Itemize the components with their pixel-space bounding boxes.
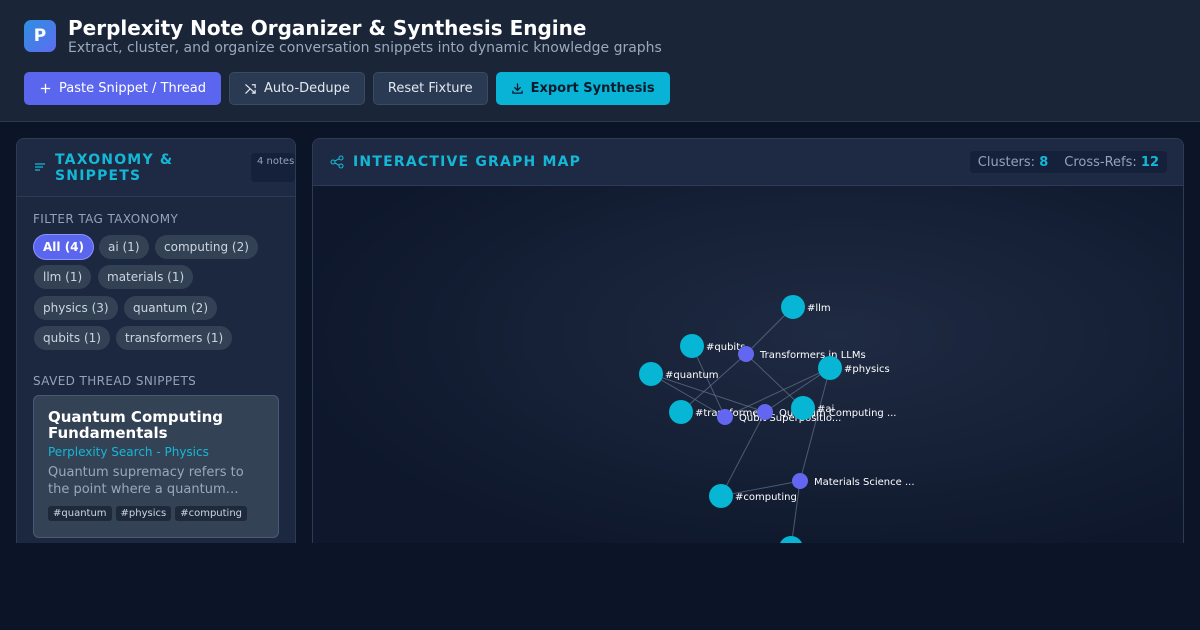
snippet-tag: #computing xyxy=(175,506,248,521)
filter-tag-label: FILTER TAG TAXONOMY xyxy=(33,212,179,226)
note-count-badge: 4 notes xyxy=(251,153,295,182)
graph-edge xyxy=(720,411,766,497)
crossrefs-value: 12 xyxy=(1140,154,1159,170)
shuffle-icon xyxy=(245,84,256,94)
graph-node-ai[interactable] xyxy=(791,396,815,420)
graph-node-label: #computing xyxy=(735,492,797,503)
export-synthesis-label: Export Synthesis xyxy=(530,81,655,96)
tag-chip-llm[interactable]: llm (1) xyxy=(34,265,92,289)
graph-node-computing[interactable] xyxy=(709,484,733,508)
graph-node-label: #physics xyxy=(844,364,890,375)
tag-chip-ai[interactable]: ai (1) xyxy=(99,235,149,259)
graph-node-transformers-note[interactable] xyxy=(738,346,754,362)
paste-snippet-label: Paste Snippet / Thread xyxy=(59,81,207,96)
graph-node-qubit-note[interactable] xyxy=(717,409,733,425)
taxonomy-panel-title: TAXONOMY & SNIPPETS xyxy=(55,152,174,184)
graph-node-materials-note[interactable] xyxy=(792,473,808,489)
auto-dedupe-label: Auto-Dedupe xyxy=(264,81,350,96)
graph-panel-title: INTERACTIVE GRAPH MAP xyxy=(353,154,582,170)
auto-dedupe-button[interactable]: Auto-Dedupe xyxy=(229,72,365,105)
tag-chip-computing[interactable]: computing (2) xyxy=(155,235,258,259)
app-subtitle: Extract, cluster, and organize conversat… xyxy=(68,40,662,56)
snippet-tags: #quantum #physics #computing xyxy=(48,506,264,521)
graph-node-label: Transformers in LLMs xyxy=(759,350,866,361)
graph-edge xyxy=(680,353,747,413)
reset-fixture-label: Reset Fixture xyxy=(387,81,473,96)
graph-panel-header: INTERACTIVE GRAPH MAP Clusters: 8 Cross-… xyxy=(313,139,1183,186)
graph-node-qubits[interactable] xyxy=(680,334,704,358)
snippet-tag: #physics xyxy=(115,506,172,521)
graph-panel: INTERACTIVE GRAPH MAP Clusters: 8 Cross-… xyxy=(312,138,1184,558)
snippet-source: Perplexity Search - Physics xyxy=(48,445,209,459)
knowledge-graph[interactable]: #llm#qubitsTransformers in LLMs#physics#… xyxy=(313,186,1184,558)
clusters-label: Clusters: xyxy=(977,154,1036,170)
graph-node-quantum[interactable] xyxy=(639,362,663,386)
app-header: P Perplexity Note Organizer & Synthesis … xyxy=(0,0,1200,122)
graph-node-label: #llm xyxy=(807,303,831,314)
graph-node-llm[interactable] xyxy=(781,295,805,319)
graph-node-transformers[interactable] xyxy=(669,400,693,424)
plus-icon xyxy=(40,83,51,94)
export-synthesis-button[interactable]: Export Synthesis xyxy=(495,72,670,105)
clusters-value: 8 xyxy=(1039,154,1049,170)
snippet-card[interactable]: Quantum Computing Fundamentals Perplexit… xyxy=(33,395,279,538)
snippet-title: Quantum Computing Fundamentals xyxy=(48,408,224,442)
clusters-stat: Clusters: 8 xyxy=(978,155,1048,170)
crossrefs-label: Cross-Refs: xyxy=(1064,154,1137,170)
snippet-tag: #quantum xyxy=(48,506,112,521)
snippet-text: Quantum supremacy refers to the point wh… xyxy=(48,465,244,497)
tag-chip-transformers[interactable]: transformers (1) xyxy=(116,326,233,350)
tag-chip-physics[interactable]: physics (3) xyxy=(34,296,118,320)
download-icon xyxy=(511,83,523,94)
saved-snippets-label: SAVED THREAD SNIPPETS xyxy=(33,374,197,388)
toolbar: Paste Snippet / Thread Auto-Dedupe Reset… xyxy=(24,72,670,105)
graph-node-label: #ai xyxy=(817,404,834,415)
app-logo: P xyxy=(24,20,56,52)
graph-node-label: #quantum xyxy=(665,370,719,381)
paste-snippet-button[interactable]: Paste Snippet / Thread xyxy=(24,72,222,105)
tag-chip-materials[interactable]: materials (1) xyxy=(98,265,194,289)
taxonomy-panel: TAXONOMY & SNIPPETS 4 notes FILTER TAG T… xyxy=(16,138,296,558)
graph-node-qc-note[interactable] xyxy=(757,404,773,420)
graph-node-label: Materials Science ... xyxy=(814,477,915,488)
graph-node-physics[interactable] xyxy=(818,356,842,380)
tag-chip-all[interactable]: All (4) xyxy=(34,235,94,259)
app-title: Perplexity Note Organizer & Synthesis En… xyxy=(68,16,587,40)
filter-lines-icon xyxy=(35,163,45,171)
graph-canvas[interactable]: #llm #qubits Transformers in LLMs #physics #… xyxy=(313,186,1184,558)
page-background xyxy=(0,543,1200,630)
graph-stats: Clusters: 8 Cross-Refs: 12 xyxy=(969,151,1167,173)
tag-chip-qubits[interactable]: qubits (1) xyxy=(34,326,110,350)
taxonomy-panel-header: TAXONOMY & SNIPPETS 4 notes xyxy=(17,139,295,197)
tag-chip-quantum[interactable]: quantum (2) xyxy=(124,296,217,320)
crossrefs-stat: Cross-Refs: 12 xyxy=(1064,155,1159,170)
share-nodes-icon xyxy=(330,155,344,169)
reset-fixture-button[interactable]: Reset Fixture xyxy=(372,72,488,105)
